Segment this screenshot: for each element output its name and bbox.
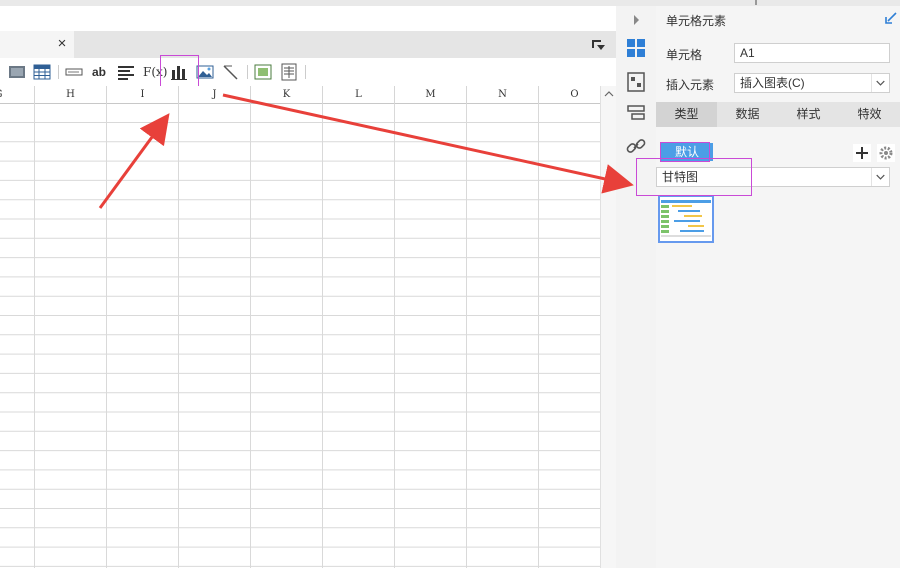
pointer-arrow: [222, 93, 634, 194]
annotation-arrows: [98, 93, 634, 209]
pointer-arrow: [98, 113, 170, 209]
